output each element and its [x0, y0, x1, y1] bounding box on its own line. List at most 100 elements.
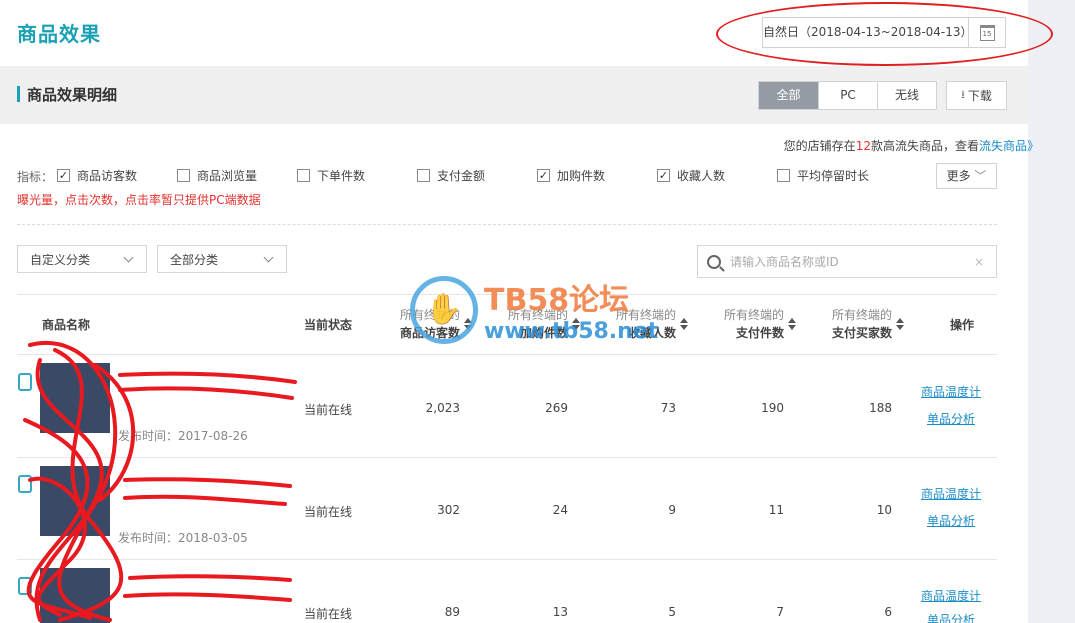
checkbox-checked[interactable]: ✓ [57, 169, 70, 182]
th-line2: 收藏人数 [627, 326, 676, 340]
close-icon[interactable]: × [974, 255, 984, 269]
product-search: × [697, 245, 997, 278]
notice-count: 12 [855, 139, 871, 153]
custom-category-select[interactable]: 自定义分类 [17, 245, 147, 273]
metric-favorites[interactable]: ✓ 收藏人数 [657, 167, 725, 184]
download-label: 下载 [967, 89, 992, 103]
th-paid-items[interactable]: 所有终端的 支付件数 [704, 306, 796, 342]
mobile-icon [18, 577, 32, 595]
download-button[interactable]: ⭳ 下载 [946, 81, 1007, 110]
sort-icon[interactable] [572, 318, 580, 330]
th-line1: 所有终端的 [723, 308, 784, 322]
metric-pageviews[interactable]: 商品浏览量 [177, 167, 257, 184]
row-separator [17, 457, 997, 458]
notice-prefix: 您的店铺存在 [783, 139, 856, 153]
th-line1: 所有终端的 [399, 308, 460, 322]
paid-items-cell: 190 [761, 401, 784, 415]
cart-cell: 13 [552, 605, 568, 619]
page-title: 商品效果 [17, 22, 101, 46]
item-analysis-link[interactable]: 单品分析 [927, 512, 975, 529]
more-metrics-button[interactable]: 更多 ﹀ [936, 163, 997, 189]
metric-label: 商品访客数 [77, 169, 138, 183]
right-gutter [1028, 0, 1075, 623]
date-range-picker[interactable]: 自然日（2018-04-13~2018-04-13） 15 [762, 17, 1006, 48]
visitors-cell: 89 [444, 605, 460, 619]
section-marker [17, 86, 20, 102]
visitors-cell: 302 [437, 503, 460, 517]
chevron-down-icon [123, 252, 134, 262]
chevron-down-icon [263, 252, 274, 262]
metric-order-items[interactable]: 下单件数 [297, 167, 365, 184]
product-thumbnail[interactable] [40, 568, 110, 623]
metric-label: 平均停留时长 [797, 169, 870, 183]
th-line2: 商品访客数 [399, 326, 460, 340]
date-range-label[interactable]: 自然日（2018-04-13~2018-04-13） [763, 18, 973, 47]
visitors-cell: 2,023 [425, 401, 460, 415]
checkbox-checked[interactable]: ✓ [657, 169, 670, 182]
more-label: 更多 [946, 169, 971, 183]
item-analysis-link[interactable]: 单品分析 [927, 410, 975, 427]
section-title: 商品效果明细 [27, 86, 118, 104]
row-separator [17, 559, 997, 560]
th-line2: 支付件数 [735, 326, 784, 340]
product-thumbnail[interactable] [40, 363, 110, 433]
product-thumbnail[interactable] [40, 466, 110, 536]
cart-cell: 24 [552, 503, 568, 517]
metric-label: 支付金额 [437, 169, 486, 183]
divider [17, 224, 997, 225]
sort-icon[interactable] [788, 318, 796, 330]
th-line1: 所有终端的 [831, 308, 892, 322]
sort-icon[interactable] [680, 318, 688, 330]
notice-middle: 款高流失商品，查看 [870, 139, 979, 153]
select-value: 全部分类 [170, 252, 219, 267]
metric-label: 加购件数 [557, 169, 606, 183]
status-cell: 当前在线 [304, 403, 353, 417]
tab-wireless[interactable]: 无线 [877, 82, 936, 109]
th-operations: 操作 [950, 318, 975, 332]
paid-buyers-cell: 6 [884, 605, 892, 619]
status-cell: 当前在线 [304, 607, 353, 621]
checkbox[interactable] [297, 169, 310, 182]
checkbox-checked[interactable]: ✓ [537, 169, 550, 182]
select-value: 自定义分类 [30, 252, 91, 267]
table-top-border [17, 294, 997, 295]
sort-icon[interactable] [896, 318, 904, 330]
lost-products-notice: 您的店铺存在12款高流失商品，查看流失商品》 [784, 137, 1039, 154]
metric-label: 下单件数 [317, 169, 366, 183]
th-line2: 加购件数 [519, 326, 568, 340]
th-cart[interactable]: 所有终端的 加购件数 [488, 306, 580, 342]
metric-cart-items[interactable]: ✓ 加购件数 [537, 167, 605, 184]
lost-products-link[interactable]: 流失商品》 [979, 139, 1039, 153]
item-analysis-link[interactable]: 单品分析 [927, 611, 975, 623]
metric-visitors[interactable]: ✓ 商品访客数 [57, 167, 137, 184]
terminal-tabs: 全部 PC 无线 [758, 81, 937, 110]
cart-cell: 269 [545, 401, 568, 415]
page-header: 商品效果 自然日（2018-04-13~2018-04-13） 15 [0, 0, 1053, 66]
product-thermometer-link[interactable]: 商品温度计 [921, 383, 981, 400]
th-paid-buyers[interactable]: 所有终端的 支付买家数 [812, 306, 904, 342]
checkbox[interactable] [777, 169, 790, 182]
mobile-icon [18, 373, 32, 391]
product-thermometer-link[interactable]: 商品温度计 [921, 587, 981, 604]
tab-all[interactable]: 全部 [759, 82, 818, 109]
th-favorites[interactable]: 所有终端的 收藏人数 [596, 306, 688, 342]
paid-buyers-cell: 188 [869, 401, 892, 415]
calendar-button[interactable]: 15 [969, 18, 1005, 47]
product-thermometer-link[interactable]: 商品温度计 [921, 485, 981, 502]
all-category-select[interactable]: 全部分类 [157, 245, 287, 273]
paid-items-cell: 7 [776, 605, 784, 619]
favorites-cell: 9 [668, 503, 676, 517]
th-visitors[interactable]: 所有终端的 商品访客数 [380, 306, 472, 342]
metric-avg-stay[interactable]: 平均停留时长 [777, 167, 869, 184]
search-input[interactable] [730, 254, 970, 269]
checkbox[interactable] [177, 169, 190, 182]
tab-pc[interactable]: PC [818, 82, 877, 109]
checkbox[interactable] [417, 169, 430, 182]
sort-icon[interactable] [464, 318, 472, 330]
th-line2: 支付买家数 [831, 326, 892, 340]
metric-label: 商品浏览量 [197, 169, 258, 183]
mobile-icon [18, 475, 32, 493]
favorites-cell: 5 [668, 605, 676, 619]
favorites-cell: 73 [660, 401, 676, 415]
metric-pay-amount[interactable]: 支付金额 [417, 167, 485, 184]
